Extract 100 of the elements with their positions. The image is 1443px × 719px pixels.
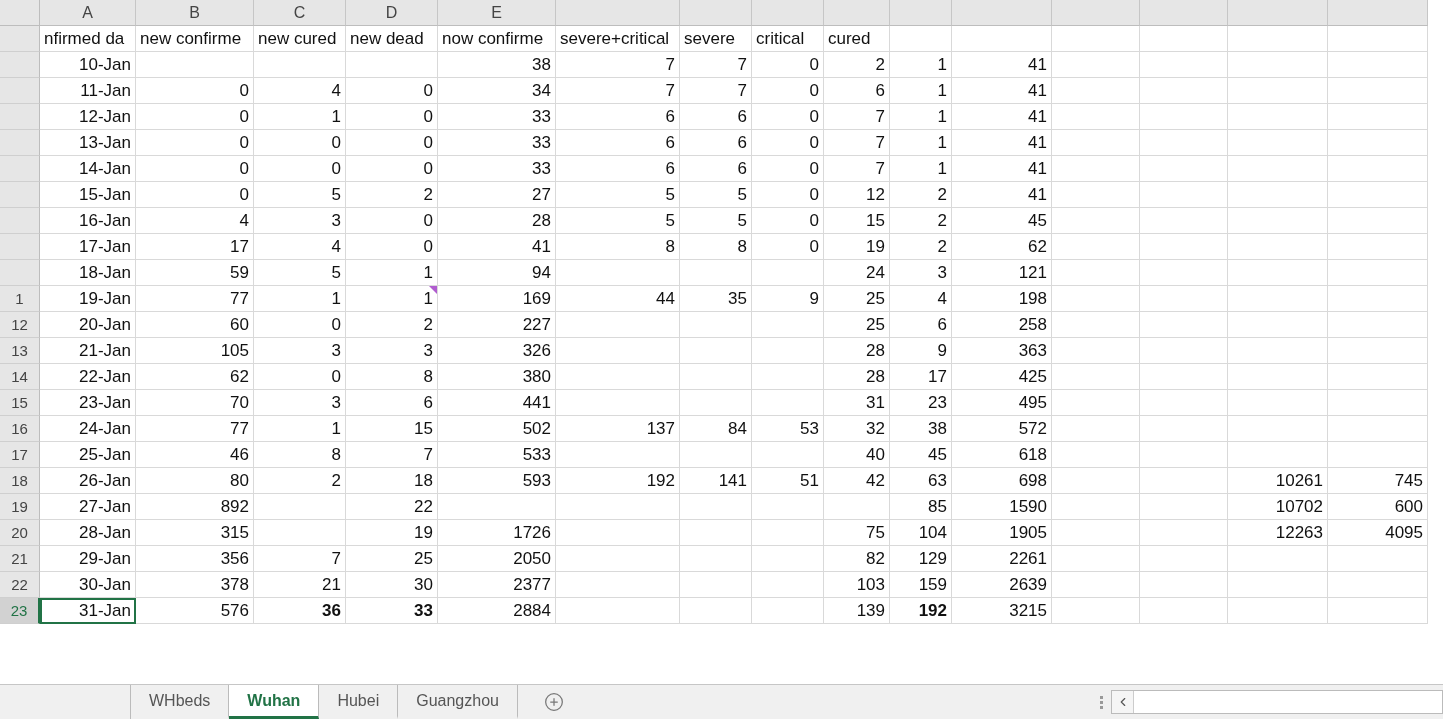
table-cell: 17-Jan	[40, 234, 136, 260]
table-cell: 28	[824, 338, 890, 364]
column-header[interactable]: C	[254, 0, 346, 26]
table-cell: 4	[890, 286, 952, 312]
horizontal-scrollbar[interactable]	[1111, 690, 1443, 714]
table-cell: 34	[438, 78, 556, 104]
column-header[interactable]: E	[438, 0, 556, 26]
column-header[interactable]: D	[346, 0, 438, 26]
row-number[interactable]: 21	[0, 546, 40, 572]
header-cell: nfirmed da	[40, 26, 136, 52]
row-number[interactable]: 1	[0, 286, 40, 312]
header-cell: new confirme	[136, 26, 254, 52]
column-header[interactable]	[824, 0, 890, 26]
table-cell: 0	[346, 208, 438, 234]
table-cell: 11-Jan	[40, 78, 136, 104]
table-cell: 44	[556, 286, 680, 312]
table-cell: 82	[824, 546, 890, 572]
table-cell: 0	[254, 364, 346, 390]
select-all-corner[interactable]	[0, 0, 40, 26]
row-header[interactable]	[0, 52, 40, 78]
empty-cell	[752, 572, 824, 598]
table-cell: 40	[824, 442, 890, 468]
table-cell: 22-Jan	[40, 364, 136, 390]
table-cell: 892	[136, 494, 254, 520]
sheet-tab[interactable]: Guangzhou	[398, 685, 518, 719]
table-cell: 356	[136, 546, 254, 572]
table-cell: 45	[952, 208, 1052, 234]
row-header[interactable]	[0, 156, 40, 182]
row-number[interactable]: 20	[0, 520, 40, 546]
column-header[interactable]	[752, 0, 824, 26]
table-cell: 618	[952, 442, 1052, 468]
table-cell: 1905	[952, 520, 1052, 546]
row-header[interactable]	[0, 182, 40, 208]
column-header[interactable]	[1140, 0, 1228, 26]
table-cell: 495	[952, 390, 1052, 416]
row-number[interactable]: 16	[0, 416, 40, 442]
table-cell: 23	[890, 390, 952, 416]
row-number[interactable]: 14	[0, 364, 40, 390]
table-cell: 14-Jan	[40, 156, 136, 182]
table-cell: 2	[824, 52, 890, 78]
row-number[interactable]: 18	[0, 468, 40, 494]
column-header[interactable]: A	[40, 0, 136, 26]
column-header[interactable]: B	[136, 0, 254, 26]
table-cell: 2	[254, 468, 346, 494]
row-header[interactable]	[0, 234, 40, 260]
row-number[interactable]: 22	[0, 572, 40, 598]
table-cell: 25-Jan	[40, 442, 136, 468]
empty-cell	[752, 494, 824, 520]
row-header[interactable]	[0, 104, 40, 130]
row-header[interactable]	[0, 130, 40, 156]
table-cell: 62	[136, 364, 254, 390]
row-number[interactable]: 17	[0, 442, 40, 468]
table-cell: 7	[346, 442, 438, 468]
table-cell: 0	[346, 156, 438, 182]
table-cell: 380	[438, 364, 556, 390]
row-number[interactable]: 12	[0, 312, 40, 338]
table-cell: 0	[752, 78, 824, 104]
scroll-left-button[interactable]	[1112, 691, 1134, 713]
column-header[interactable]	[1228, 0, 1328, 26]
table-cell: 0	[136, 182, 254, 208]
column-header[interactable]	[1328, 0, 1428, 26]
table-cell: 21-Jan	[40, 338, 136, 364]
table-cell: 326	[438, 338, 556, 364]
column-header[interactable]	[890, 0, 952, 26]
row-number[interactable]: 23	[0, 598, 40, 624]
table-cell: 30-Jan	[40, 572, 136, 598]
table-cell: 7	[556, 52, 680, 78]
sheet-tab[interactable]: Hubei	[319, 685, 399, 719]
table-cell: 38	[890, 416, 952, 442]
table-cell: 104	[890, 520, 952, 546]
table-cell: 6	[556, 104, 680, 130]
table-cell: 576	[136, 598, 254, 624]
row-header[interactable]	[0, 208, 40, 234]
column-header[interactable]	[556, 0, 680, 26]
table-cell: 198	[952, 286, 1052, 312]
table-cell: 0	[254, 130, 346, 156]
table-cell: 77	[136, 286, 254, 312]
column-header[interactable]	[1052, 0, 1140, 26]
table-cell: 4	[254, 78, 346, 104]
row-header[interactable]	[0, 78, 40, 104]
table-cell: 2	[890, 234, 952, 260]
row-number[interactable]: 15	[0, 390, 40, 416]
table-cell: 6	[680, 156, 752, 182]
table-cell: 129	[890, 546, 952, 572]
table-cell: 60	[136, 312, 254, 338]
table-cell: 7	[680, 52, 752, 78]
row-header[interactable]	[0, 260, 40, 286]
empty-cell	[680, 364, 752, 390]
table-cell: 0	[752, 208, 824, 234]
sheet-tab[interactable]: Wuhan	[229, 685, 320, 719]
table-cell: 27	[438, 182, 556, 208]
table-cell: 22	[346, 494, 438, 520]
row-number[interactable]: 19	[0, 494, 40, 520]
column-header[interactable]	[952, 0, 1052, 26]
table-cell: 1	[254, 104, 346, 130]
column-header[interactable]	[680, 0, 752, 26]
table-cell: 2377	[438, 572, 556, 598]
empty-cell	[752, 546, 824, 572]
row-header[interactable]	[0, 26, 40, 52]
row-number[interactable]: 13	[0, 338, 40, 364]
